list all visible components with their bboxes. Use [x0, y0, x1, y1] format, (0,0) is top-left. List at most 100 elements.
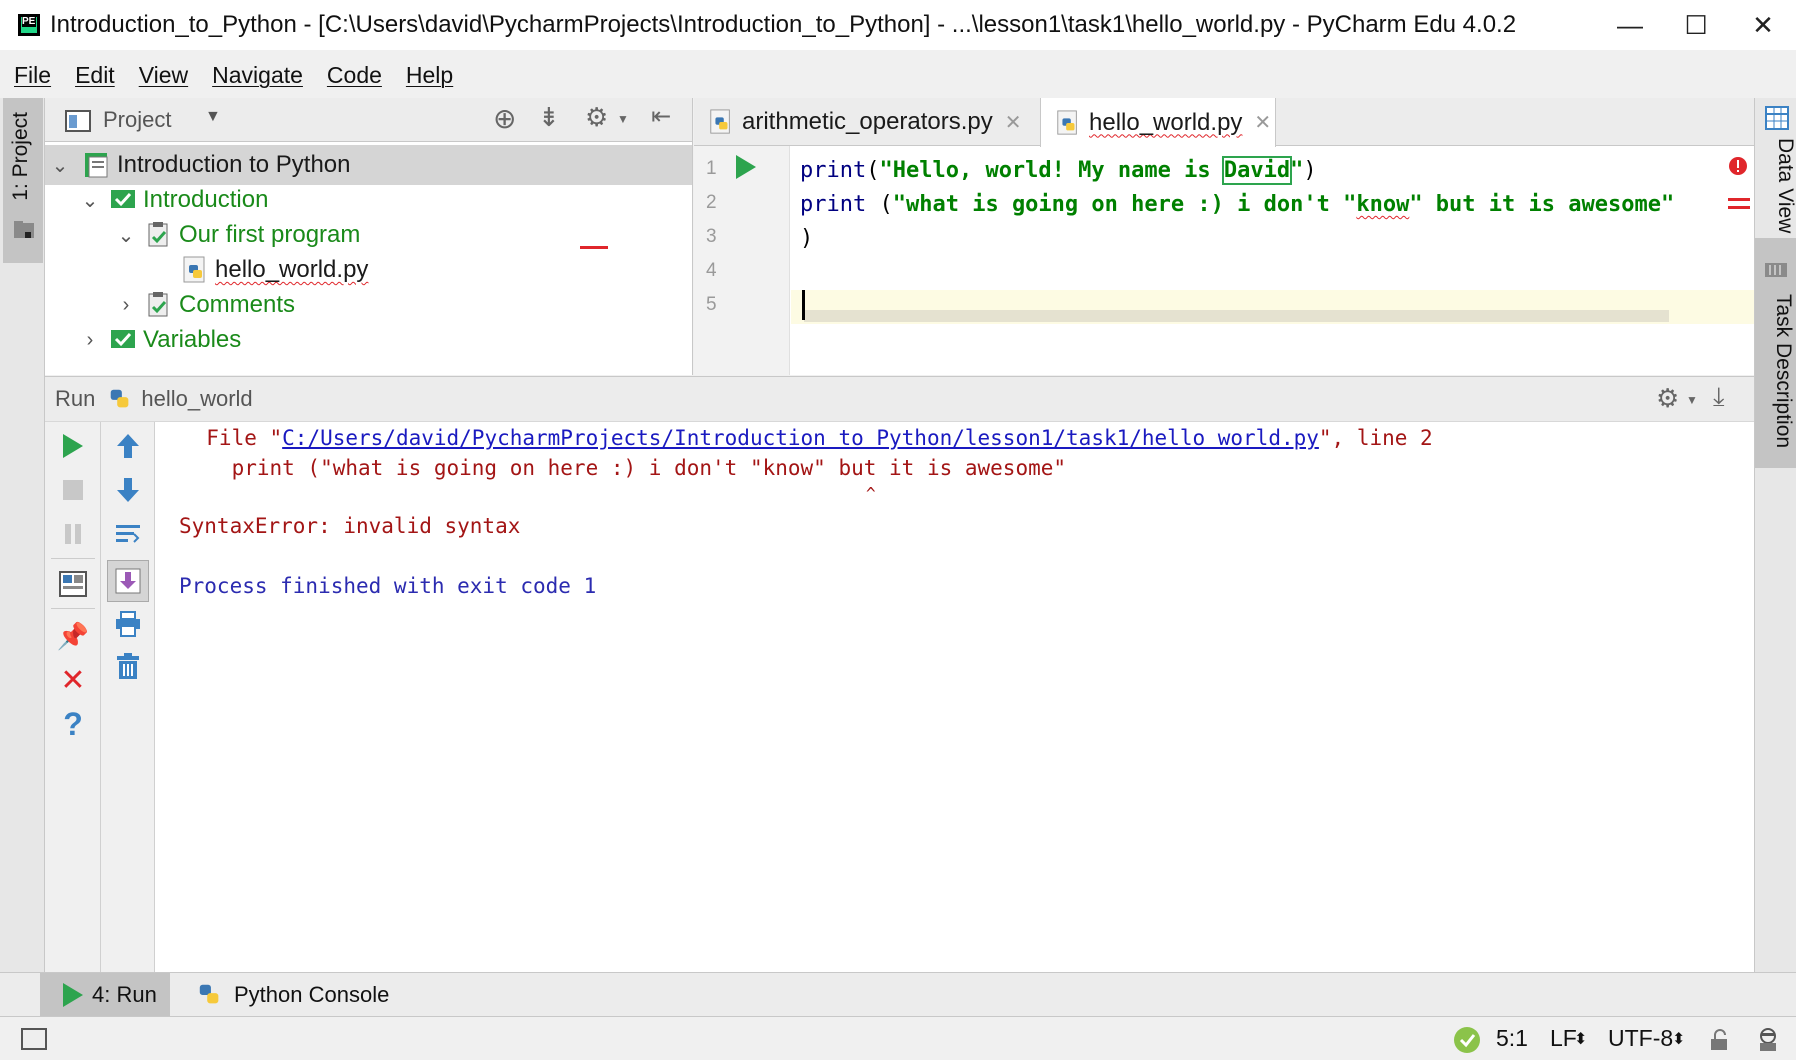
task-clipboard-icon	[148, 292, 168, 317]
project-view-icon	[65, 110, 91, 132]
chevron-down-icon[interactable]: ⌄	[51, 153, 69, 178]
gear-dropdown-arrow-icon[interactable]: ▼	[617, 112, 629, 126]
python-console-tab[interactable]: Python Console	[196, 973, 389, 1017]
chevron-right-icon[interactable]: ›	[81, 329, 99, 352]
tree-item-file[interactable]: hello_world.py	[171, 250, 368, 290]
close-run-icon[interactable]: ✕	[55, 662, 91, 698]
restore-layout-icon[interactable]	[55, 566, 91, 602]
menu-code[interactable]: Code	[327, 62, 382, 89]
print-icon[interactable]	[110, 606, 146, 642]
pause-icon[interactable]	[55, 516, 91, 552]
python-icon	[111, 389, 129, 408]
run-panel-header: Run hello_world ⚙ ▼ ⤓	[45, 376, 1754, 422]
hide-panel-icon[interactable]: ⤓	[1713, 381, 1725, 413]
arrow-up-icon[interactable]	[110, 428, 146, 464]
right-tool-strip: Data View Task Description	[1754, 98, 1796, 972]
menu-bar: File Edit View Navigate Code Help	[0, 52, 1796, 98]
line-separator-arrows-icon[interactable]: ⬍	[1574, 1029, 1587, 1049]
project-view-dropdown[interactable]: Project	[103, 107, 171, 133]
error-stripe-marker[interactable]	[1728, 198, 1750, 201]
menu-file[interactable]: File	[14, 62, 51, 89]
tree-item-label: hello_world.py	[215, 256, 369, 283]
error-stripe-marker[interactable]	[1728, 206, 1750, 209]
dropdown-arrow-icon[interactable]: ▼	[205, 108, 221, 126]
run-tool-tab[interactable]: 4: Run	[40, 973, 170, 1017]
soft-wrap-icon[interactable]	[110, 516, 146, 552]
highlighted-word: David	[1221, 156, 1293, 185]
lock-open-icon[interactable]	[1708, 1029, 1730, 1051]
collapse-all-icon[interactable]: ⇟	[538, 102, 560, 133]
locate-target-icon[interactable]: ⊕	[493, 102, 516, 135]
title-bar: Introduction_to_Python - [C:\Users\david…	[0, 0, 1796, 50]
chevron-down-icon[interactable]: ⌄	[81, 188, 99, 213]
status-bar: 5:1 LF ⬍ UTF-8 ⬍	[0, 1016, 1796, 1060]
line-number: 4	[706, 260, 717, 281]
run-icon	[63, 983, 83, 1007]
close-window-button[interactable]: ✕	[1730, 0, 1796, 50]
run-console[interactable]: File "C:/Users/david/PycharmProjects/Int…	[155, 422, 1754, 972]
horizontal-scrollbar[interactable]	[804, 310, 1669, 322]
code-line-1[interactable]: print("Hello, world! My name is David")	[800, 156, 1317, 185]
console-file-line: File "C:/Users/david/PycharmProjects/Int…	[181, 426, 1433, 450]
error-indicator-icon[interactable]	[1728, 156, 1748, 176]
arrow-down-icon[interactable]	[110, 472, 146, 508]
menu-view[interactable]: View	[139, 62, 188, 89]
tree-item-course[interactable]: ⌄ Introduction to Python	[45, 145, 692, 185]
scroll-to-end-icon[interactable]	[107, 560, 149, 602]
menu-edit[interactable]: Edit	[75, 62, 115, 89]
python-file-icon	[1057, 109, 1077, 135]
file-encoding[interactable]: UTF-8	[1608, 1025, 1673, 1052]
menu-navigate[interactable]: Navigate	[212, 62, 303, 89]
run-tool-tab-label: 4: Run	[92, 982, 157, 1007]
tree-item-task[interactable]: › Comments	[117, 285, 295, 325]
line-number: 2	[706, 192, 717, 213]
console-file-link[interactable]: C:/Users/david/PycharmProjects/Introduct…	[282, 426, 1319, 450]
encoding-arrows-icon[interactable]: ⬍	[1672, 1029, 1685, 1049]
settings-gear-icon[interactable]: ⚙	[1656, 383, 1679, 414]
caret-position[interactable]: 5:1	[1496, 1025, 1528, 1052]
task-description-tab[interactable]: Task Description	[1755, 238, 1796, 468]
editor-tabs: arithmetic_operators.py ✕ hello_world.py…	[694, 98, 1754, 147]
tree-item-task[interactable]: ⌄ Our first program	[117, 215, 361, 255]
hide-panel-icon[interactable]: ⇤	[651, 102, 671, 131]
chevron-right-icon[interactable]: ›	[117, 294, 135, 317]
task-description-label: Task Description	[1772, 294, 1795, 449]
run-config-name[interactable]: hello_world	[141, 386, 252, 412]
run-gutter-icon[interactable]	[734, 154, 758, 180]
close-tab-icon[interactable]: ✕	[1005, 110, 1022, 135]
chevron-down-icon[interactable]: ⌄	[117, 223, 135, 248]
line-separator[interactable]: LF	[1550, 1025, 1577, 1052]
minimize-button[interactable]: —	[1597, 0, 1663, 50]
editor-gutter: 1 2 3 4 5	[694, 146, 790, 375]
menu-help[interactable]: Help	[406, 62, 453, 89]
tab-arithmetic-operators[interactable]: arithmetic_operators.py ✕	[694, 98, 1040, 146]
tab-hello-world[interactable]: hello_world.py ✕	[1040, 98, 1276, 147]
tool-window-toggle-icon[interactable]	[20, 1027, 48, 1051]
error-marker	[580, 246, 608, 249]
help-icon[interactable]: ?	[55, 706, 91, 742]
maximize-button[interactable]: ☐	[1663, 0, 1729, 50]
settings-gear-icon[interactable]: ⚙	[585, 102, 608, 133]
python-file-icon	[710, 109, 730, 134]
tree-item-lesson[interactable]: ⌄ Introduction	[81, 180, 269, 220]
tab-label: arithmetic_operators.py	[742, 108, 993, 135]
course-icon	[85, 153, 108, 178]
close-tab-icon[interactable]: ✕	[1254, 110, 1271, 135]
line-number: 3	[706, 226, 717, 247]
code-line-2[interactable]: print ("what is going on here :) i don't…	[800, 192, 1674, 217]
console-code-line: print ("what is going on here :) i don't…	[181, 456, 1067, 480]
data-view-tab[interactable]: Data View	[1757, 98, 1796, 258]
sync-status-icon[interactable]	[1452, 1025, 1482, 1055]
clear-all-trash-icon[interactable]	[110, 648, 146, 684]
pin-tab-icon[interactable]: 📌	[55, 618, 91, 654]
code-line-3[interactable]: )	[800, 226, 813, 251]
stop-icon[interactable]	[55, 472, 91, 508]
lesson-check-icon	[111, 330, 135, 348]
tree-item-lesson[interactable]: › Variables	[81, 320, 242, 360]
inspector-icon[interactable]	[1754, 1025, 1782, 1053]
gear-dropdown-arrow-icon[interactable]: ▼	[1686, 393, 1698, 407]
tree-item-label: Variables	[143, 326, 242, 353]
left-tool-strip: 1: Project	[0, 98, 45, 972]
project-tool-tab[interactable]: 1: Project	[3, 98, 43, 263]
rerun-icon[interactable]	[55, 428, 91, 464]
